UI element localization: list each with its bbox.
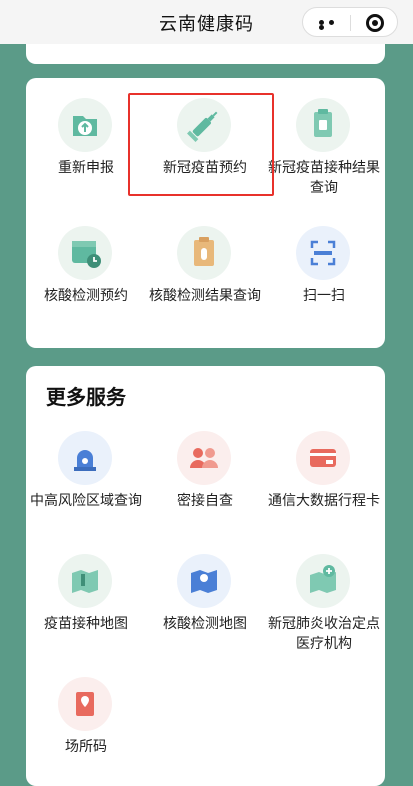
tile-label: 疫苗接种地图 (44, 616, 128, 632)
mini-program-capsule (302, 7, 398, 37)
tile-label: 新冠疫苗接种结果查询 (268, 160, 380, 196)
tile-label: 核酸检测地图 (163, 616, 247, 632)
top-bar: 云南健康码 (0, 0, 413, 44)
vaccine-map-icon (58, 554, 112, 608)
capsule-divider (350, 15, 351, 31)
more-icon[interactable] (319, 20, 347, 30)
calendar-clock-icon (58, 226, 112, 280)
close-icon[interactable] (366, 14, 384, 32)
scan-icon (296, 226, 350, 280)
test-report-icon (177, 226, 231, 280)
people-icon (177, 431, 231, 485)
tile-label: 场所码 (65, 739, 107, 755)
alarm-light-icon (58, 431, 112, 485)
test-map-icon (177, 554, 231, 608)
tile-label: 中高风险区域查询 (30, 493, 142, 509)
hospital-map-icon (296, 554, 350, 608)
tile-label: 通信大数据行程卡 (268, 493, 380, 509)
venue-code-icon (58, 677, 112, 731)
previous-card (26, 44, 385, 64)
section-title: 更多服务 (46, 385, 126, 409)
travel-card-icon (296, 431, 350, 485)
tile-label: 新冠肺炎收治定点医疗机构 (268, 616, 380, 652)
highlight-box (128, 93, 274, 196)
tile-label: 核酸检测结果查询 (149, 288, 261, 304)
upload-folder-icon (58, 98, 112, 152)
vaccine-record-icon (296, 98, 350, 152)
tile-label: 密接自查 (177, 493, 233, 509)
tile-label: 扫一扫 (303, 288, 345, 304)
tile-label: 核酸检测预约 (44, 288, 128, 304)
